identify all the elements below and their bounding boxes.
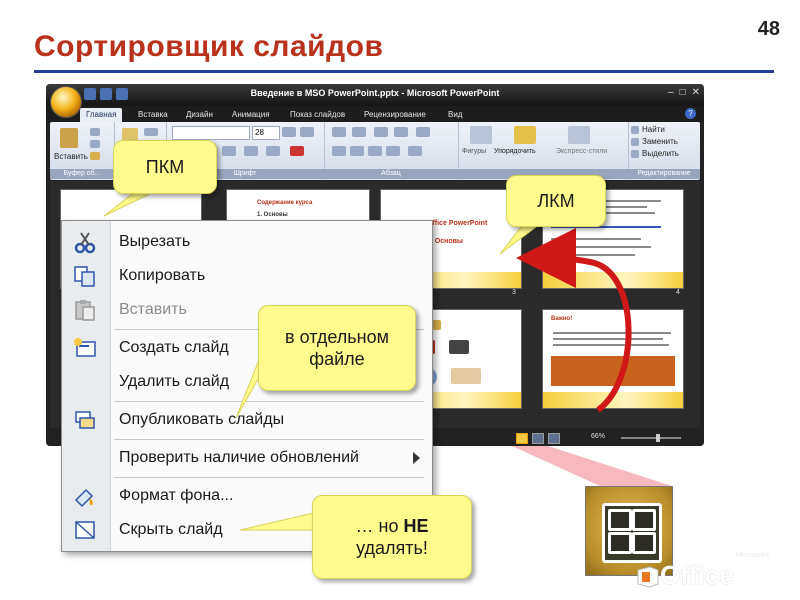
callout-rmb: ПКМ — [113, 140, 217, 194]
callout-separate-file: в отдельном файле — [258, 305, 416, 391]
callout-lmb: ЛКМ — [506, 175, 606, 227]
callout-text: удалять! — [356, 538, 428, 558]
office-button[interactable] — [50, 86, 82, 118]
office-logo-icon — [637, 566, 659, 588]
slide-sorter-icon — [602, 503, 662, 563]
callout-dont-delete: … но НЕ удалять! — [312, 495, 472, 579]
callout-emphasis: НЕ — [403, 515, 429, 536]
office-logo-text: Office — [660, 560, 734, 590]
callout-text: … но — [355, 515, 399, 536]
microsoft-mark: Microsoft® — [736, 552, 770, 559]
